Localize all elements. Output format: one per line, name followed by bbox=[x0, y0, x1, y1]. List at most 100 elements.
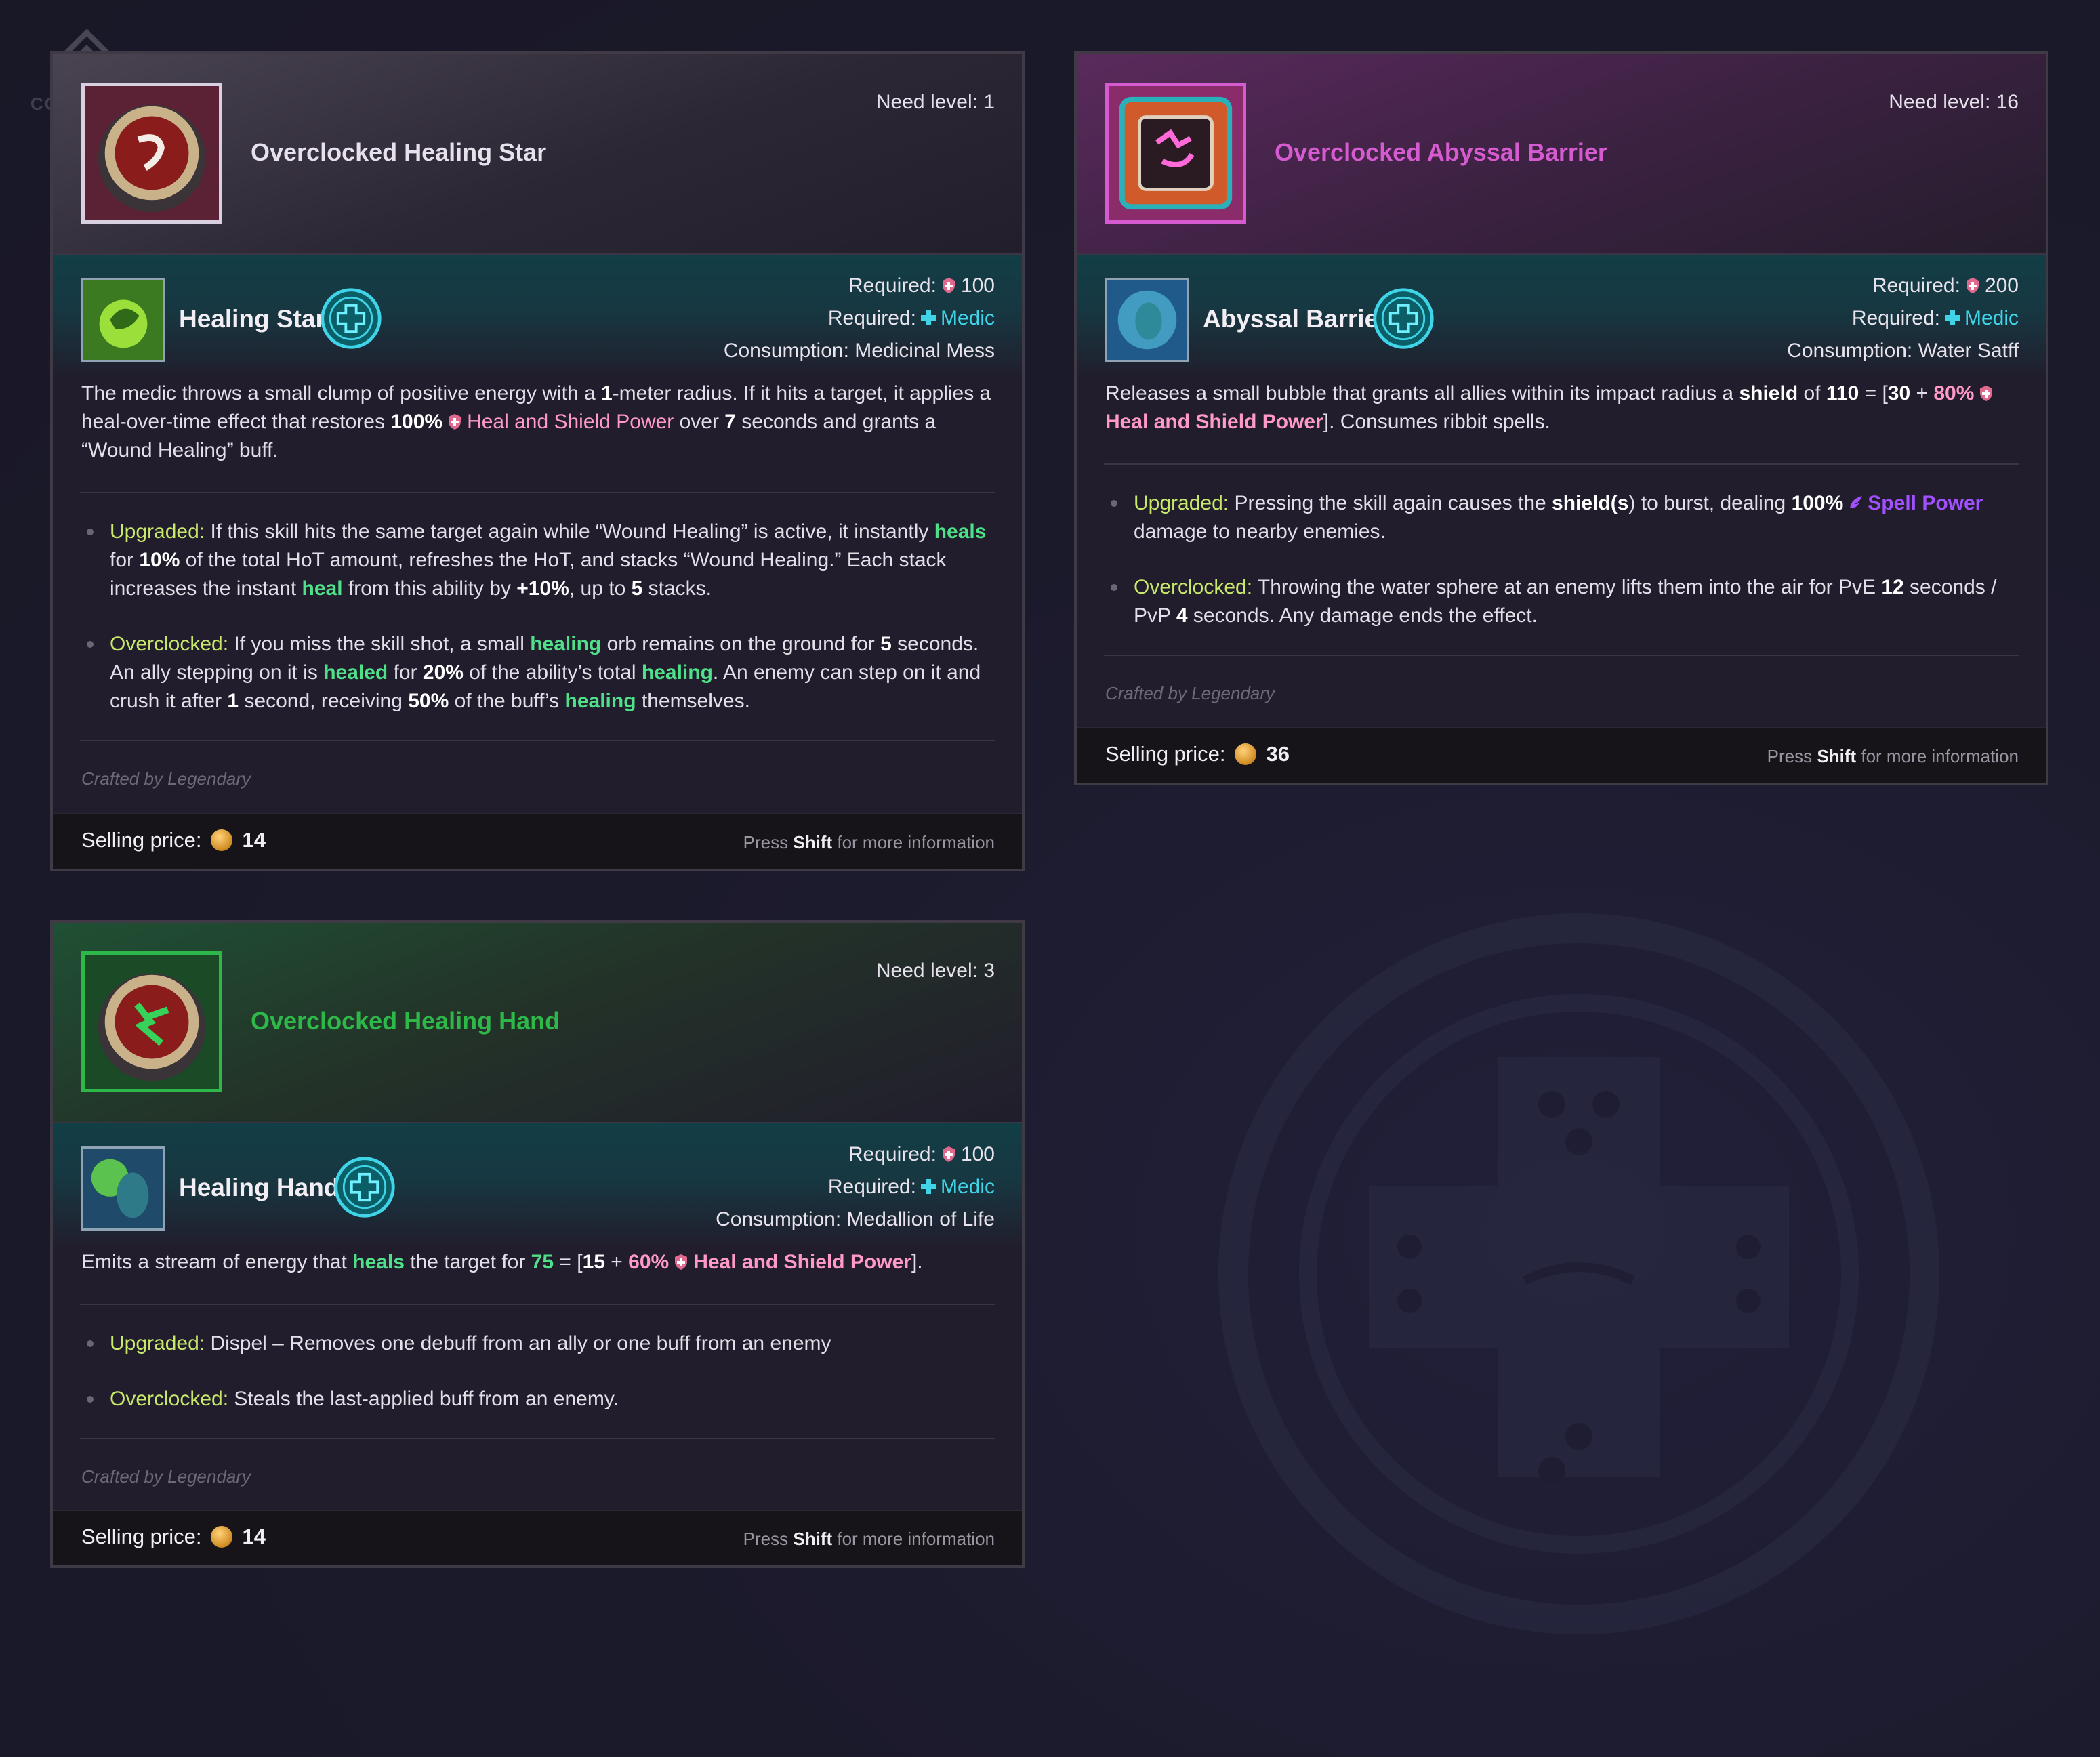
effect-text: orb remains on the ground for bbox=[601, 633, 881, 655]
effect-text: If this skill hits the same target again… bbox=[205, 520, 934, 543]
coin-icon bbox=[211, 829, 233, 851]
price-value: 36 bbox=[1266, 742, 1290, 766]
effect-label: Upgraded: bbox=[110, 1332, 205, 1355]
desc-value: 1 bbox=[600, 382, 613, 405]
effect-text: , up to bbox=[569, 577, 632, 600]
bottle-cap-icon bbox=[85, 86, 219, 220]
coin-icon bbox=[211, 1526, 233, 1548]
medic-emblem-background bbox=[1218, 913, 1939, 1634]
hint-text: Press bbox=[1767, 746, 1817, 766]
effect-text: for bbox=[110, 549, 140, 571]
effect-value: 10% bbox=[139, 549, 180, 571]
requirement-value: 200 bbox=[1984, 274, 2019, 297]
card-header: Overclocked Healing Hand Need level: 3 bbox=[53, 923, 1022, 1123]
requirement-label: Required: bbox=[848, 274, 936, 297]
upgraded-effect: Upgraded: Dispel – Removes one debuff fr… bbox=[81, 1329, 995, 1358]
desc-text: ]. Consumes ribbit spells. bbox=[1323, 411, 1550, 433]
effect-keyword: healing bbox=[530, 633, 602, 655]
heal-shield-power-icon bbox=[942, 1146, 955, 1162]
healing-star-skill-icon bbox=[83, 280, 163, 360]
medic-class-badge-icon bbox=[1373, 288, 1434, 349]
item-card-healing-star: Overclocked Healing Star Need level: 1 H… bbox=[50, 51, 1025, 871]
hint-text: for more information bbox=[832, 1529, 995, 1549]
rune-box-icon bbox=[1109, 86, 1243, 220]
spell-power-icon bbox=[1850, 496, 1863, 508]
crafted-by: Crafted by Legendary bbox=[81, 1466, 251, 1487]
desc-text: the target for bbox=[404, 1251, 531, 1273]
desc-keyword: shield bbox=[1739, 382, 1798, 405]
medic-cross-icon bbox=[920, 1179, 936, 1194]
desc-stat: Heal and Shield Power bbox=[467, 411, 674, 433]
selling-label: Selling price: bbox=[81, 828, 202, 852]
skill-name: Healing Star bbox=[179, 305, 325, 333]
item-icon-abyssal-barrier bbox=[1105, 83, 1246, 224]
requirements: Required: 100 Required: Medic Consumption:… bbox=[724, 270, 995, 367]
effect-text: Dispel – Removes one debuff from an ally… bbox=[205, 1332, 831, 1355]
effect-text: stacks. bbox=[642, 577, 712, 600]
desc-value: 15 bbox=[582, 1251, 605, 1273]
medic-class-badge-icon bbox=[321, 288, 382, 349]
effect-keyword: healing bbox=[564, 690, 636, 712]
desc-text: The medic throws a small clump of positi… bbox=[81, 382, 601, 405]
card-header: Overclocked Abyssal Barrier Need level: … bbox=[1077, 54, 2046, 255]
requirement-class-value: Medic bbox=[940, 307, 995, 329]
effect-text: Pressing the skill again causes the bbox=[1229, 492, 1552, 514]
desc-value: 80% bbox=[1933, 382, 1975, 405]
requirement-power: Required: 100 bbox=[724, 270, 995, 302]
selling-price: Selling price: 14 bbox=[81, 828, 266, 852]
heal-shield-power-icon bbox=[675, 1254, 688, 1270]
upgraded-effect: Upgraded: Pressing the skill again cause… bbox=[1105, 489, 2019, 546]
effect-text: second, receiving bbox=[239, 690, 409, 712]
effect-label: Upgraded: bbox=[1134, 492, 1229, 514]
effect-value: 100% bbox=[1791, 492, 1844, 514]
requirement-value: 100 bbox=[960, 1143, 995, 1165]
effect-text: ) to burst, dealing bbox=[1628, 492, 1792, 514]
shift-hint: Press Shift for more information bbox=[743, 1529, 995, 1550]
skill-icon-healing-hand bbox=[81, 1146, 165, 1231]
hint-text: for more information bbox=[832, 832, 995, 852]
card-footer: Selling price: 14 Press Shift for more in… bbox=[53, 813, 1022, 869]
heal-shield-power-icon bbox=[449, 414, 461, 430]
consumption: Consumption: Medallion of Life bbox=[716, 1208, 995, 1231]
effect-text: for bbox=[388, 661, 423, 684]
healing-hand-skill-icon bbox=[83, 1149, 163, 1228]
requirements: Required: 200 Required: Medic Consumption:… bbox=[1787, 270, 2019, 367]
requirement-class: Required: Medic bbox=[716, 1171, 995, 1203]
abyssal-barrier-skill-icon bbox=[1107, 280, 1187, 360]
requirement-label: Required: bbox=[827, 1176, 916, 1198]
skill-description: Emits a stream of energy that heals the … bbox=[53, 1248, 1022, 1304]
item-icon-healing-star bbox=[81, 83, 222, 224]
shift-key: Shift bbox=[1817, 746, 1857, 766]
desc-stat: Heal and Shield Power bbox=[1105, 411, 1323, 433]
effect-keyword: heals bbox=[934, 520, 987, 543]
item-icon-healing-hand bbox=[81, 951, 222, 1092]
desc-text: ]. bbox=[911, 1251, 923, 1273]
skill-band: Healing Star Required: 100 Required: Medic… bbox=[53, 255, 1022, 379]
crafted-by: Crafted by Legendary bbox=[81, 768, 251, 789]
requirement-class-value: Medic bbox=[940, 1176, 995, 1198]
desc-value: 110 bbox=[1826, 382, 1859, 405]
requirement-value: 100 bbox=[960, 274, 995, 297]
effect-stat: Spell Power bbox=[1868, 492, 1983, 514]
desc-value: 30 bbox=[1887, 382, 1911, 405]
need-level: Need level: 16 bbox=[1889, 91, 2019, 113]
skill-icon-healing-star bbox=[81, 278, 165, 362]
effect-text: If you miss the skill shot, a small bbox=[228, 633, 531, 655]
heal-shield-power-icon bbox=[942, 278, 955, 293]
card-footer: Selling price: 36 Press Shift for more in… bbox=[1077, 727, 2046, 783]
effect-label: Overclocked: bbox=[110, 633, 229, 655]
effect-text: themselves. bbox=[636, 690, 750, 712]
medic-cross-icon bbox=[920, 310, 936, 325]
desc-text: = [ bbox=[554, 1251, 583, 1273]
effect-list: Upgraded: Dispel – Removes one debuff fr… bbox=[53, 1305, 1022, 1438]
coin-icon bbox=[1235, 743, 1257, 765]
requirement-label: Required: bbox=[827, 307, 916, 329]
effect-text: damage to nearby enemies. bbox=[1134, 520, 1386, 543]
skill-band: Healing Hand Required: 100 Required: Medic… bbox=[53, 1123, 1022, 1248]
requirement-label: Required: bbox=[848, 1143, 936, 1165]
effect-keyword: shield(s bbox=[1552, 492, 1629, 514]
effect-list: Upgraded: Pressing the skill again cause… bbox=[1077, 465, 2046, 655]
consumption: Consumption: Water Satff bbox=[1787, 339, 2019, 362]
item-card-healing-hand: Overclocked Healing Hand Need level: 3 H… bbox=[50, 920, 1025, 1568]
effect-keyword: healing bbox=[641, 661, 713, 684]
